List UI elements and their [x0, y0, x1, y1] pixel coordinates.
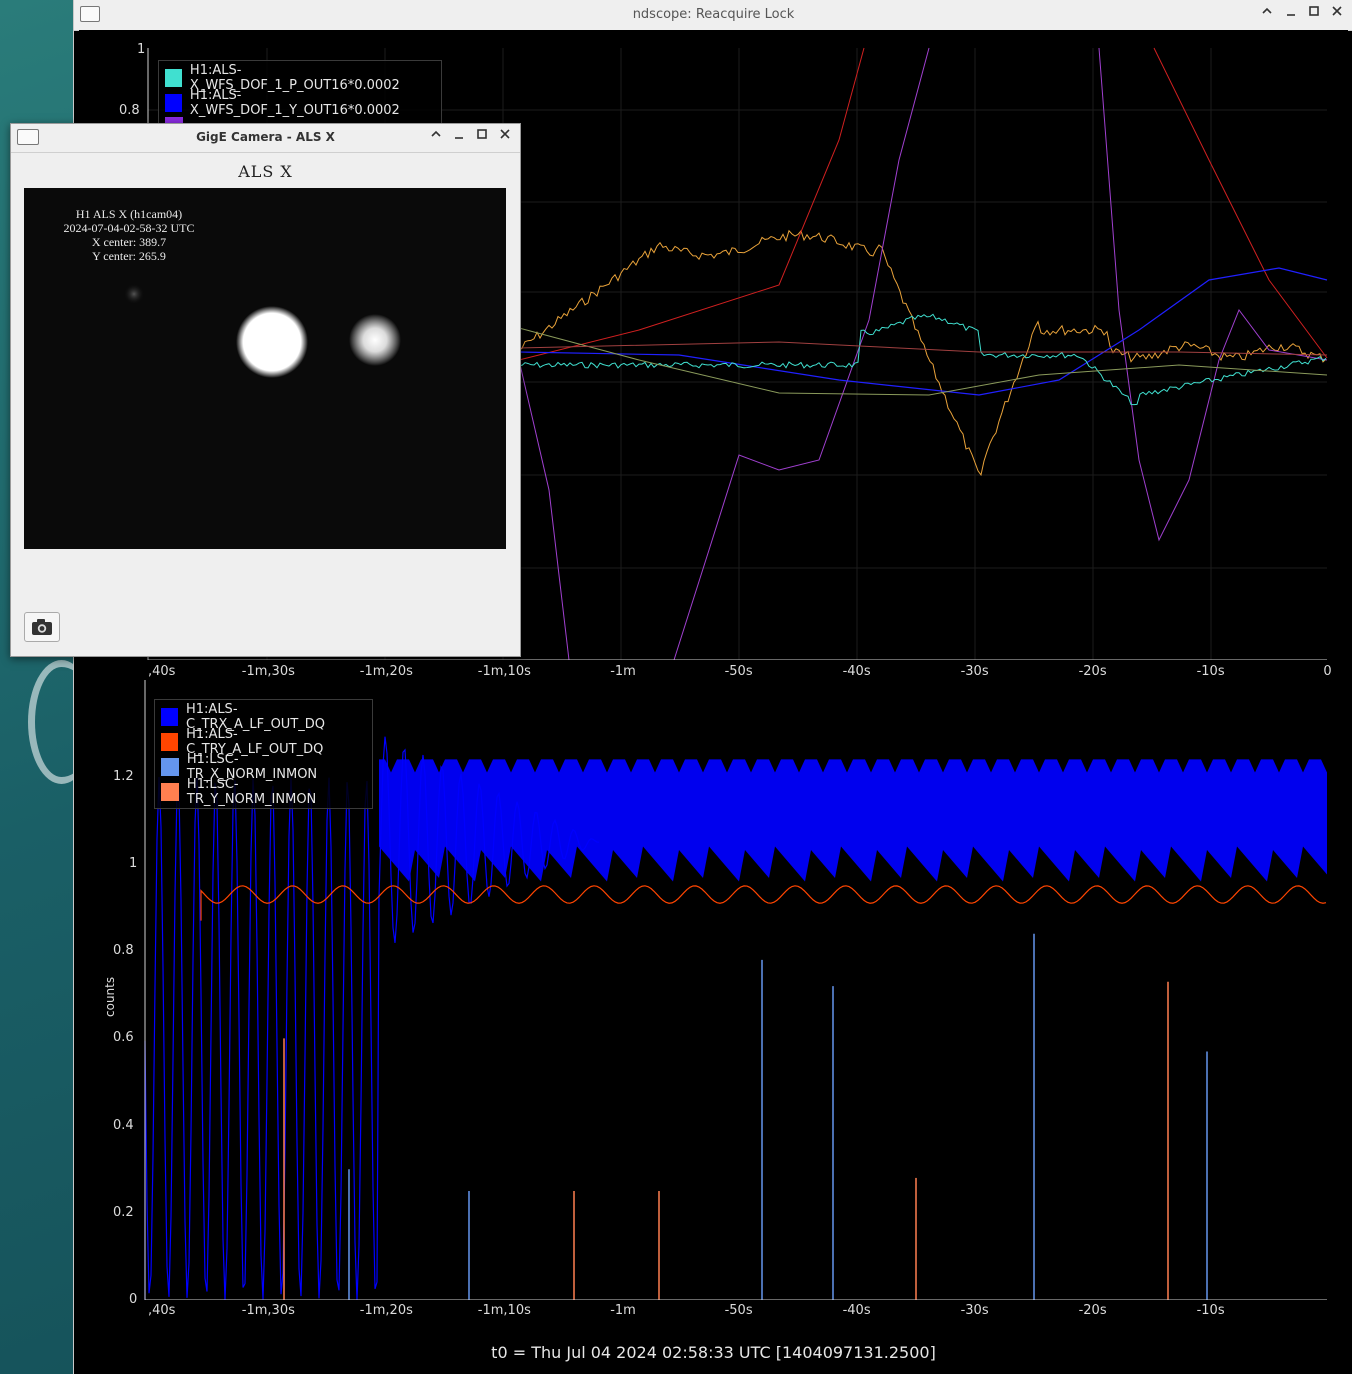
camera-image[interactable]: H1 ALS X (h1cam04) 2024-07-04-02-58-32 U… — [24, 188, 506, 549]
top-x-tick: -30s — [960, 664, 989, 679]
secondary-beam-spot — [349, 314, 401, 366]
minimize-button[interactable] — [450, 128, 468, 146]
main-beam-spot — [236, 306, 308, 378]
minimize-button[interactable] — [1282, 5, 1300, 23]
legend-swatch — [161, 757, 179, 776]
bottom-x-tick: -1m — [610, 1303, 636, 1318]
top-x-tick: -10s — [1196, 664, 1225, 679]
bottom-y-tick: 0.6 — [113, 1030, 134, 1046]
top-x-tick: -1m,30s — [241, 664, 295, 679]
top-x-tick: -20s — [1078, 664, 1107, 679]
legend-item[interactable]: H1:ALS-C_TRY_A_LF_OUT_DQ — [161, 727, 366, 757]
legend-swatch — [161, 707, 178, 726]
bottom-y-tick: 0.4 — [113, 1117, 134, 1133]
trace-red — [518, 47, 865, 361]
bottom-x-tick: -1m,10s — [477, 1303, 531, 1318]
top-x-tick: -1m,20s — [359, 664, 413, 679]
trace-violet — [518, 359, 570, 660]
legend-item[interactable]: H1:ALS-X_WFS_DOF_1_P_OUT16*0.0002 — [165, 63, 435, 93]
legend-swatch — [161, 782, 179, 801]
top-x-tick: 0 — [1323, 664, 1332, 679]
bottom-y-tick: 0.2 — [113, 1204, 134, 1220]
top-x-tick: -1m,10s — [477, 664, 531, 679]
legend-item[interactable]: H1:ALS-X_WFS_DOF_1_Y_OUT16*0.0002 — [165, 87, 435, 118]
top-legend[interactable]: H1:ALS-X_WFS_DOF_1_P_OUT16*0.0002 H1:ALS… — [158, 60, 442, 128]
legend-swatch — [161, 732, 179, 751]
bottom-x-tick: -10s — [1196, 1303, 1225, 1318]
trace-violet — [1098, 47, 1328, 542]
bottom-x-tick: -1m,20s — [359, 1303, 413, 1318]
camera-info-line: Y center: 265.9 — [92, 249, 166, 263]
top-x-tick: -40s — [842, 664, 871, 679]
bottom-y-tick: 0.8 — [113, 943, 134, 959]
bottom-legend[interactable]: H1:ALS-C_TRX_A_LF_OUT_DQ H1:ALS-C_TRY_A_… — [154, 699, 373, 809]
maximize-button[interactable] — [1305, 5, 1323, 23]
trace-turquoise — [518, 313, 1327, 406]
close-button[interactable] — [1328, 5, 1346, 23]
legend-swatch — [165, 68, 182, 87]
top-x-tick: -1m — [610, 664, 636, 679]
bottom-x-tick: -50s — [724, 1303, 753, 1318]
legend-item[interactable]: H1:LSC-TR_X_NORM_INMON — [161, 752, 366, 782]
camera-info-line: H1 ALS X (h1cam04) — [75, 207, 183, 221]
camera-window: GigE Camera - ALS X ALS X H1 ALS X (h1ca… — [10, 123, 521, 657]
camera-info-line: X center: 389.7 — [91, 235, 167, 249]
maximize-button[interactable] — [473, 128, 491, 146]
legend-item[interactable]: H1:LSC-TR_Y_NORM_INMON — [161, 776, 366, 807]
camera-heading: ALS X — [238, 162, 293, 181]
bottom-x-tick: -40s — [842, 1303, 871, 1318]
camera-titlebar[interactable]: GigE Camera - ALS X — [11, 124, 520, 153]
legend-label: H1:LSC-TR_Y_NORM_INMON — [186, 776, 317, 807]
trace-blue — [518, 267, 1328, 396]
collapse-button[interactable] — [427, 128, 445, 146]
bottom-x-tick: ,40s — [148, 1303, 176, 1318]
bottom-y-tick: 0 — [129, 1292, 138, 1307]
trace-olive — [518, 327, 1328, 396]
ghost-spot — [124, 284, 144, 304]
top-y-tick: 0.8 — [119, 103, 140, 118]
legend-item[interactable]: H1:ALS-C_TRX_A_LF_OUT_DQ — [161, 702, 366, 732]
bottom-plot-traces — [144, 736, 1327, 1300]
top-x-tick: ,40s — [148, 664, 176, 679]
main-window-title: ndscope: Reacquire Lock — [632, 7, 795, 22]
snapshot-button[interactable] — [24, 612, 60, 642]
trace-trx-band — [379, 755, 1327, 882]
bottom-x-tick: -20s — [1078, 1303, 1107, 1318]
top-y-tick: 1 — [137, 42, 146, 57]
main-titlebar[interactable]: ndscope: Reacquire Lock — [74, 0, 1352, 31]
time-reference-footer: t0 = Thu Jul 04 2024 02:58:33 UTC [14040… — [491, 1343, 936, 1362]
camera-info: H1 ALS X (h1cam04) 2024-07-04-02-58-32 U… — [24, 207, 234, 263]
bottom-y-tick: 1.2 — [113, 768, 134, 784]
close-button[interactable] — [496, 128, 514, 146]
bottom-y-tick: 1 — [129, 856, 138, 871]
top-x-tick: -50s — [724, 664, 753, 679]
bottom-x-tick: -1m,30s — [241, 1303, 295, 1318]
collapse-button[interactable] — [1258, 5, 1276, 23]
legend-swatch — [165, 93, 182, 112]
camera-info-line: 2024-07-04-02-58-32 UTC — [63, 221, 195, 235]
bottom-y-label: counts — [103, 976, 117, 1017]
camera-icon — [32, 619, 52, 635]
legend-label: H1:ALS-X_WFS_DOF_1_Y_OUT16*0.0002 — [189, 87, 400, 118]
bottom-x-tick: -30s — [960, 1303, 989, 1318]
